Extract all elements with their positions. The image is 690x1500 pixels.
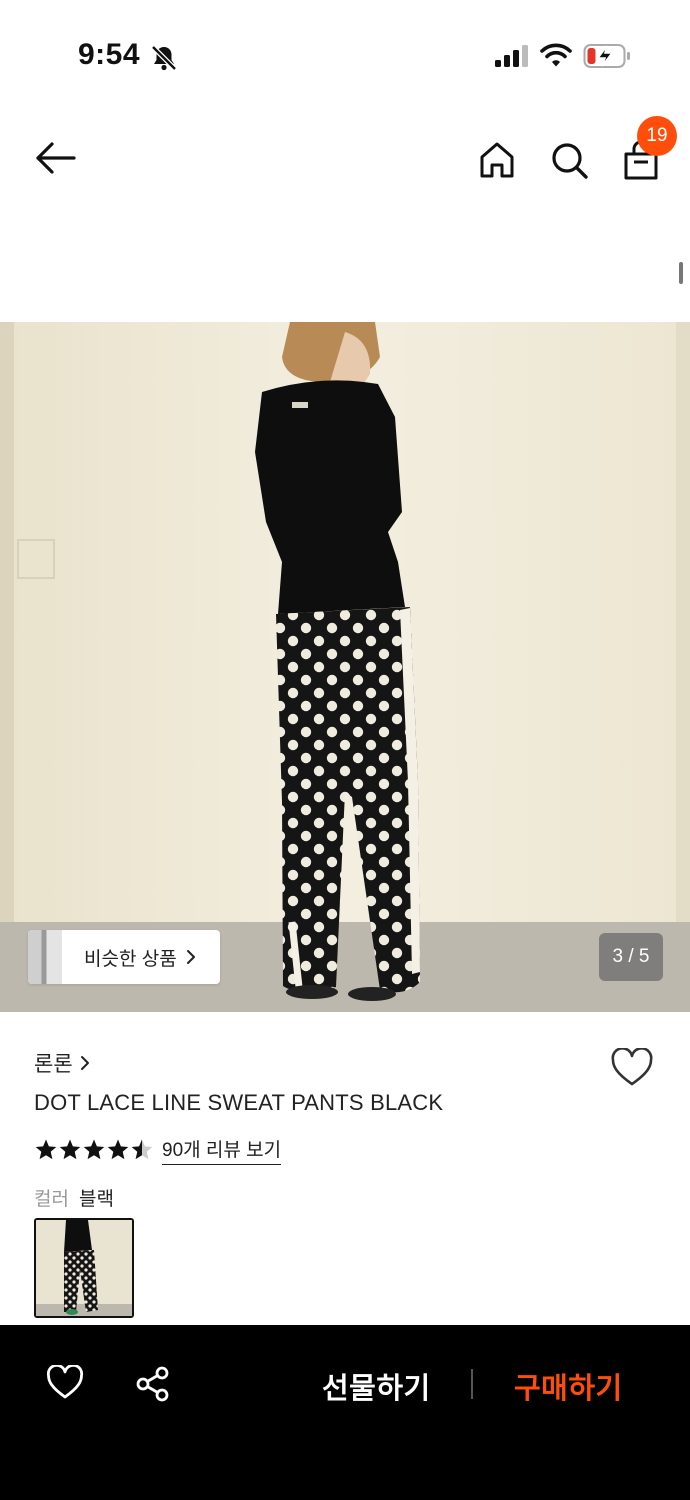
chevron-right-icon: [186, 950, 195, 964]
rating-row: 90개 리뷰 보기: [34, 1135, 282, 1165]
status-bar: 9:54: [0, 0, 690, 110]
home-icon[interactable]: [476, 138, 518, 182]
color-label: 컬러: [34, 1189, 69, 1210]
product-image[interactable]: [0, 322, 690, 1012]
similar-products-label: 비슷한 상품: [84, 948, 177, 970]
review-link[interactable]: 90개 리뷰 보기: [162, 1135, 282, 1165]
brand-link[interactable]: 론론: [34, 1048, 91, 1078]
arrow-left-icon[interactable]: [30, 138, 78, 178]
heart-icon[interactable]: [610, 1048, 654, 1088]
scroll-indicator: [679, 262, 683, 284]
color-row: 컬러 블랙: [34, 1184, 114, 1211]
heart-icon[interactable]: [46, 1365, 84, 1401]
search-icon[interactable]: [548, 138, 590, 182]
brand-name: 론론: [34, 1053, 73, 1076]
battery-charging-icon: [583, 44, 630, 68]
product-photo: [0, 322, 690, 1012]
similar-products-thumbnail: [28, 930, 62, 984]
bell-off-icon: [151, 45, 177, 71]
bottom-action-bar: 선물하기 구매하기: [0, 1325, 690, 1500]
gift-button[interactable]: 선물하기: [322, 1365, 431, 1407]
cart-count-badge: 19: [637, 116, 677, 156]
signal-icon: [495, 45, 528, 67]
chevron-right-icon: [80, 1056, 89, 1070]
wifi-icon: [540, 43, 572, 67]
status-time: 9:54: [78, 38, 141, 71]
color-option-thumbnail[interactable]: [34, 1218, 134, 1318]
star-rating-icon: [35, 1139, 153, 1160]
image-page-counter: 3 / 5: [599, 933, 663, 981]
share-icon[interactable]: [134, 1365, 172, 1403]
app-header: [0, 110, 690, 210]
color-value: 블랙: [78, 1189, 114, 1210]
product-title: DOT LACE LINE SWEAT PANTS BLACK: [34, 1090, 444, 1115]
divider: [471, 1369, 473, 1399]
buy-button[interactable]: 구매하기: [514, 1365, 623, 1407]
color-option-image: [36, 1220, 132, 1316]
similar-products-button[interactable]: 비슷한 상품: [28, 930, 220, 984]
